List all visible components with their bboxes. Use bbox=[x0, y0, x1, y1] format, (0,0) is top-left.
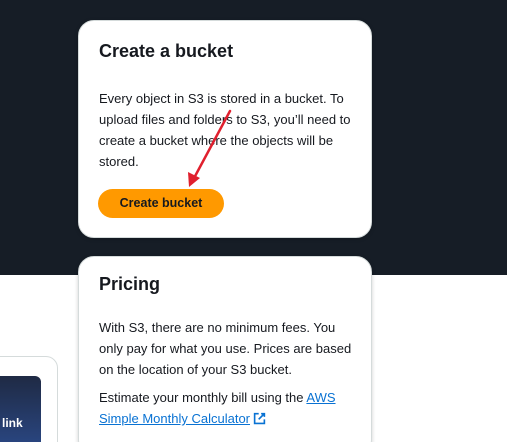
pricing-estimate-text: Estimate your monthly bill using the bbox=[99, 390, 307, 405]
external-link-icon[interactable] bbox=[253, 410, 266, 425]
pricing-card: Pricing With S3, there are no minimum fe… bbox=[78, 256, 372, 442]
pricing-title: Pricing bbox=[99, 274, 161, 294]
create-bucket-card: Create a bucket Every object in S3 is st… bbox=[78, 20, 372, 238]
side-tile-label: link bbox=[2, 416, 23, 430]
pricing-description: With S3, there are no minimum fees. You … bbox=[99, 320, 352, 377]
create-bucket-button[interactable]: Create bucket bbox=[98, 189, 224, 218]
side-tile-image[interactable] bbox=[0, 376, 41, 442]
pricing-estimate: Estimate your monthly bill using the AWS… bbox=[99, 387, 357, 429]
create-bucket-title: Create a bucket bbox=[99, 41, 234, 61]
create-bucket-description: Every object in S3 is stored in a bucket… bbox=[99, 91, 351, 169]
